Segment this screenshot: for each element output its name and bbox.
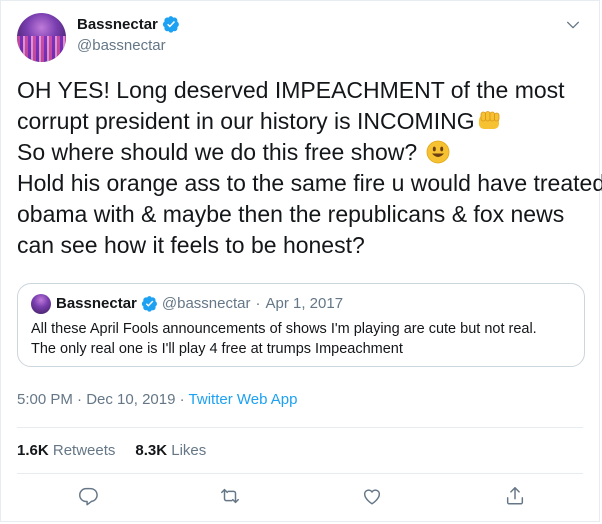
tweet-line: obama with & maybe then the republicans …	[17, 201, 565, 227]
tweet-source-link[interactable]: Twitter Web App	[189, 391, 298, 408]
likes-label: Likes	[171, 442, 207, 459]
retweets-stat[interactable]: 1.6K Retweets	[17, 442, 115, 459]
quoted-date[interactable]: Apr 1, 2017	[266, 295, 344, 312]
tweet-timestamp: 5:00 PM · Dec 10, 2019 · Twitter Web App	[17, 391, 297, 408]
tweet-actions	[1, 485, 599, 513]
divider	[17, 427, 583, 428]
like-icon[interactable]	[361, 485, 383, 507]
author-display-name[interactable]: Bassnectar	[77, 16, 158, 33]
share-icon[interactable]	[504, 485, 526, 507]
tweet-time[interactable]: 5:00 PM	[17, 391, 73, 408]
quoted-handle[interactable]: @bassnectar	[162, 295, 251, 312]
retweet-icon[interactable]	[219, 485, 241, 507]
tweet-line: can see how it feels to be honest?	[17, 232, 365, 258]
likes-stat[interactable]: 8.3K Likes	[135, 442, 206, 459]
fist-emoji-icon	[478, 111, 499, 129]
smiley-emoji-icon	[426, 140, 449, 164]
tweet-card: Bassnectar @bassnectar OH YES! Long dese…	[0, 0, 602, 522]
tweet-line: So where should we do this free show?	[17, 137, 587, 168]
likes-count: 8.3K	[135, 442, 168, 459]
timestamp-separator: ·	[179, 391, 185, 408]
author-name-row: Bassnectar	[77, 15, 180, 33]
retweets-label: Retweets	[52, 442, 116, 459]
verified-badge-icon	[162, 16, 179, 33]
tweet-date[interactable]: Dec 10, 2019	[86, 391, 175, 408]
author-block: Bassnectar @bassnectar	[77, 15, 180, 54]
retweets-count: 1.6K	[17, 442, 49, 459]
timestamp-separator: ·	[77, 391, 83, 408]
tweet-stats: 1.6K Retweets 8.3K Likes	[17, 442, 226, 459]
quoted-separator: ·	[255, 295, 261, 312]
tweet-line: OH YES! Long deserved IMPEACHMENT of the…	[17, 77, 565, 103]
tweet-line: corrupt president in our history is INCO…	[17, 106, 587, 137]
avatar[interactable]	[17, 13, 66, 62]
quoted-tweet[interactable]: Bassnectar @bassnectar · Apr 1, 2017 All…	[17, 283, 585, 367]
tweet-text: OH YES! Long deserved IMPEACHMENT of the…	[17, 75, 602, 261]
author-handle[interactable]: @bassnectar	[77, 37, 180, 54]
quoted-text: All these April Fools announcements of s…	[31, 319, 576, 359]
quoted-display-name[interactable]: Bassnectar	[56, 295, 137, 312]
divider	[17, 473, 583, 474]
tweet-line: Hold his orange ass to the same fire u w…	[17, 170, 602, 196]
quoted-avatar[interactable]	[31, 294, 51, 314]
quoted-text-line: All these April Fools announcements of s…	[31, 321, 537, 337]
verified-badge-icon	[141, 296, 157, 312]
chevron-down-icon[interactable]	[565, 17, 581, 33]
quoted-text-line: The only real one is I'll play 4 free at…	[31, 341, 403, 357]
quoted-header: Bassnectar @bassnectar · Apr 1, 2017	[56, 295, 343, 312]
reply-icon[interactable]	[77, 485, 99, 507]
avatar-crowd-image	[17, 36, 66, 62]
